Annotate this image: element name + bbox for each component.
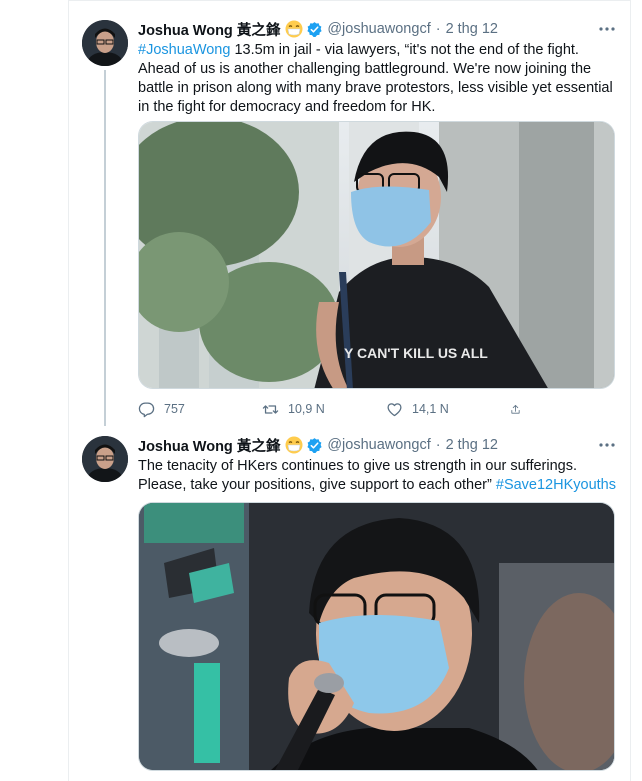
tweet-text: The tenacity of HKers continues to give … xyxy=(138,457,618,495)
verified-badge-icon xyxy=(306,21,323,38)
tweet-actions: 757 10,9 N 14,1 N xyxy=(138,399,598,419)
tweet-photo[interactable] xyxy=(138,502,615,771)
avatar[interactable] xyxy=(82,436,128,482)
more-icon[interactable] xyxy=(597,19,617,39)
like-count: 14,1 N xyxy=(412,402,449,416)
tweet-1[interactable]: Joshua Wong 黃之鋒 @joshuawongcf · 2 thg 12… xyxy=(69,0,630,432)
author-name[interactable]: Joshua Wong 黃之鋒 xyxy=(138,19,280,40)
separator-dot: · xyxy=(435,21,441,37)
separator-dot: · xyxy=(435,437,441,453)
tweet-2[interactable]: Joshua Wong 黃之鋒 @joshuawongcf · 2 thg 12… xyxy=(69,432,630,781)
tweet-header: Joshua Wong 黃之鋒 @joshuawongcf · 2 thg 12 xyxy=(138,435,498,455)
retweet-button[interactable]: 10,9 N xyxy=(262,401,386,418)
retweet-icon xyxy=(262,404,279,414)
timeline-right-border xyxy=(630,0,631,781)
author-handle[interactable]: @joshuawongcf xyxy=(327,21,430,37)
tweet-photo[interactable]: Y CAN'T KILL US ALL xyxy=(138,121,615,389)
shirt-text: Y CAN'T KILL US ALL xyxy=(344,345,488,361)
verified-badge-icon xyxy=(306,437,323,454)
tweet-timestamp[interactable]: 2 thg 12 xyxy=(446,437,498,453)
share-button[interactable] xyxy=(510,401,530,418)
retweet-count: 10,9 N xyxy=(288,402,325,416)
heart-icon xyxy=(387,402,402,416)
share-icon xyxy=(511,404,520,414)
avatar[interactable] xyxy=(82,20,128,66)
author-name[interactable]: Joshua Wong 黃之鋒 xyxy=(138,435,280,456)
reply-icon xyxy=(138,401,155,417)
tweet-header: Joshua Wong 黃之鋒 @joshuawongcf · 2 thg 12 xyxy=(138,19,498,39)
reply-count: 757 xyxy=(164,402,185,416)
tweet-text: #JoshuaWong 13.5m in jail - via lawyers,… xyxy=(138,41,618,117)
face-with-medical-mask-icon xyxy=(285,20,303,38)
face-with-medical-mask-icon xyxy=(285,436,303,454)
author-handle[interactable]: @joshuawongcf xyxy=(327,437,430,453)
hashtag-link[interactable]: #Save12HKyouths xyxy=(496,477,616,493)
hashtag-link[interactable]: #JoshuaWong xyxy=(138,42,230,58)
tweet-timestamp[interactable]: 2 thg 12 xyxy=(446,21,498,37)
more-icon[interactable] xyxy=(597,435,617,455)
like-button[interactable]: 14,1 N xyxy=(386,401,510,418)
reply-button[interactable]: 757 xyxy=(138,401,262,418)
